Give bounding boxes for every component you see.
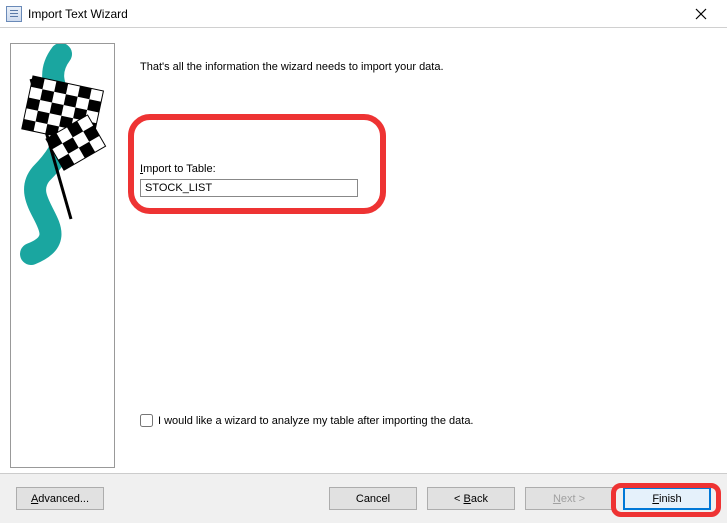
import-table-group: Import to Table: (140, 163, 358, 197)
button-bar: Advanced... Cancel < Back Next > Finish (0, 473, 727, 523)
close-button[interactable] (681, 2, 721, 26)
app-icon (6, 6, 22, 22)
import-table-input[interactable] (140, 179, 358, 197)
wizard-info-text: That's all the information the wizard ne… (140, 61, 444, 73)
import-table-label: Import to Table: (140, 163, 358, 175)
window-title: Import Text Wizard (28, 7, 128, 21)
cancel-button[interactable]: Cancel (329, 487, 417, 510)
finish-button[interactable]: Finish (623, 487, 711, 510)
analyze-checkbox-row: I would like a wizard to analyze my tabl… (140, 414, 474, 427)
back-button[interactable]: < Back (427, 487, 515, 510)
analyze-checkbox-label: I would like a wizard to analyze my tabl… (158, 415, 474, 427)
checkered-flag-icon (11, 44, 115, 468)
wizard-content: That's all the information the wizard ne… (0, 28, 727, 473)
analyze-checkbox[interactable] (140, 414, 153, 427)
advanced-button[interactable]: Advanced... (16, 487, 104, 510)
titlebar: Import Text Wizard (0, 0, 727, 28)
close-icon (695, 8, 707, 20)
wizard-graphic (10, 43, 115, 468)
next-button: Next > (525, 487, 613, 510)
